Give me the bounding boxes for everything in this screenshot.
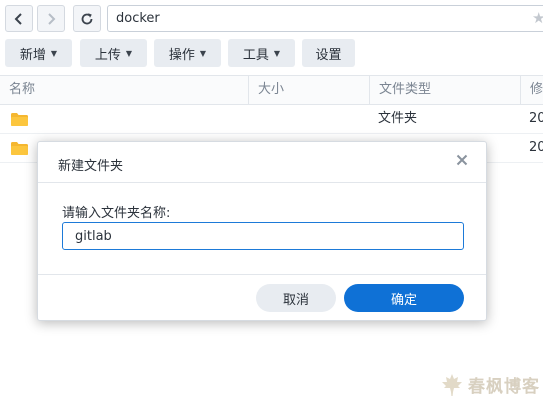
dialog-divider <box>38 274 486 275</box>
ok-button[interactable]: 确定 <box>344 284 464 312</box>
cancel-button[interactable]: 取消 <box>256 284 336 312</box>
folder-name-label: 请输入文件夹名称: <box>62 206 171 221</box>
folder-name-input[interactable] <box>62 222 464 250</box>
file-station-window: docker ★ 新增 ▼ 上传 ▼ 操作 ▼ 工具 ▼ 设置 名称 大小 文件… <box>0 0 543 404</box>
dialog-divider <box>38 182 486 183</box>
close-icon[interactable] <box>454 152 470 168</box>
new-folder-dialog: 新建文件夹 请输入文件夹名称: 取消 确定 <box>37 141 487 321</box>
dialog-title: 新建文件夹 <box>58 159 124 174</box>
modal-overlay: 新建文件夹 请输入文件夹名称: 取消 确定 <box>0 0 543 404</box>
